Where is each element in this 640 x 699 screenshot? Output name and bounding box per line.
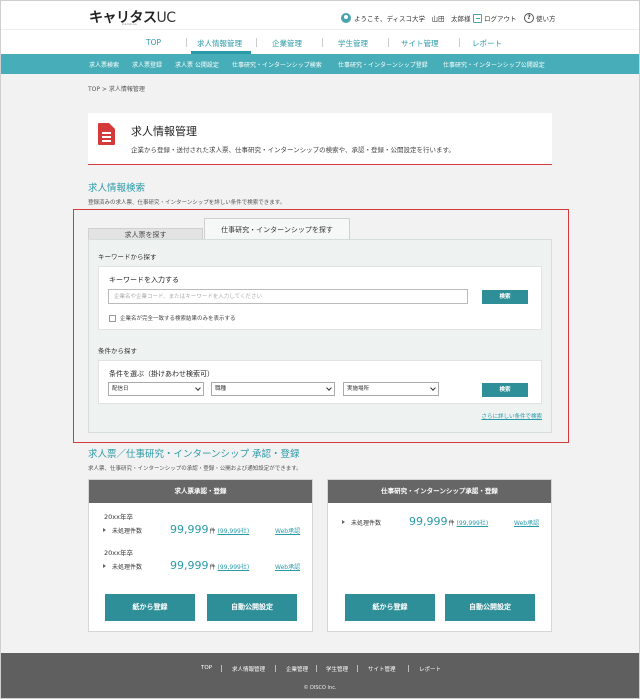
help-icon: ? bbox=[524, 13, 534, 23]
logout-link[interactable]: ログアウト bbox=[473, 13, 517, 23]
job-type-select[interactable]: 職種 bbox=[211, 382, 335, 396]
welcome-text: ようこそ、ディスコ大学 山田 太郎様 bbox=[354, 15, 471, 23]
main-nav: TOP 求人情報管理 企業管理 学生管理 サイト管理 レポート bbox=[1, 29, 639, 54]
keyword-input[interactable] bbox=[108, 289, 468, 304]
page-title: 求人情報管理 bbox=[131, 125, 197, 138]
pending-count[interactable]: 99,999 bbox=[409, 515, 448, 528]
document-icon bbox=[98, 123, 115, 145]
condition-group-label: 条件から探す bbox=[98, 347, 137, 355]
bullet-icon bbox=[342, 519, 345, 524]
footer-link-report[interactable]: レポート bbox=[419, 665, 441, 673]
page-description: 企業から登録・送付された求人票、仕事研究・インターンシップの検索や、承認・登録・… bbox=[131, 146, 455, 154]
exact-match-option[interactable]: 企業名が完全一致する検索結果のみを表示する bbox=[109, 314, 236, 322]
approval-section-description: 求人票、仕事研究・インターンシップの承認・登録・公開および通知設定ができます。 bbox=[88, 466, 302, 472]
tab-intern-search[interactable]: 仕事研究・インターンシップを探す bbox=[204, 218, 350, 240]
subnav-intern-search[interactable]: 仕事研究・インターンシップ検索 bbox=[232, 60, 322, 69]
exact-match-checkbox[interactable] bbox=[109, 314, 116, 322]
company-count-link[interactable]: (99,999社) bbox=[218, 562, 250, 571]
footer-link-job-info[interactable]: 求人情報管理 bbox=[232, 665, 265, 673]
company-count-link[interactable]: (99,999社) bbox=[457, 518, 489, 527]
bullet-icon bbox=[103, 527, 106, 532]
search-panel: キーワードから探す キーワードを入力する 検索 企業名が完全一致する検索結果のみ… bbox=[88, 239, 552, 433]
approval-section-title: 求人票／仕事研究・インターンシップ 承認・登録 bbox=[88, 449, 300, 460]
logout-icon bbox=[473, 13, 482, 23]
nav-students[interactable]: 学生管理 bbox=[338, 38, 368, 49]
web-approval-link[interactable]: Web承認 bbox=[275, 562, 300, 571]
keyword-box: キーワードを入力する 検索 企業名が完全一致する検索結果のみを表示する bbox=[98, 266, 542, 330]
nav-job-info[interactable]: 求人情報管理 bbox=[197, 38, 242, 49]
pending-count[interactable]: 99,999 bbox=[170, 523, 209, 536]
advanced-search-link[interactable]: さらに詳しい条件で検索 bbox=[481, 412, 542, 420]
pending-count[interactable]: 99,999 bbox=[170, 559, 209, 572]
delivery-date-select[interactable]: 配信日 bbox=[108, 382, 204, 396]
footer-link-students[interactable]: 学生管理 bbox=[326, 665, 348, 673]
subnav-job-search[interactable]: 求人票検索 bbox=[89, 60, 119, 69]
footer: TOP 求人情報管理 企業管理 学生管理 サイト管理 レポート © DISCO … bbox=[1, 653, 639, 698]
paper-register-button[interactable]: 紙から登録 bbox=[345, 594, 435, 621]
keyword-search-button[interactable]: 検索 bbox=[482, 290, 528, 304]
footer-link-company[interactable]: 企業管理 bbox=[286, 665, 308, 673]
footer-link-top[interactable]: TOP bbox=[201, 665, 212, 671]
condition-search-button[interactable]: 検索 bbox=[482, 383, 528, 397]
paper-register-button[interactable]: 紙から登録 bbox=[105, 594, 195, 621]
intern-approval-card: 仕事研究・インターンシップ承認・登録 未処理件数 99,999 件 (99,99… bbox=[327, 479, 552, 632]
nav-site[interactable]: サイト管理 bbox=[401, 38, 439, 49]
copyright: © DISCO Inc. bbox=[303, 685, 337, 691]
keyword-box-title: キーワードを入力する bbox=[109, 276, 179, 284]
welcome-user: ようこそ、ディスコ大学 山田 太郎様 bbox=[341, 13, 471, 23]
footer-link-site[interactable]: サイト管理 bbox=[368, 665, 396, 673]
subnav-job-register[interactable]: 求人票登録 bbox=[132, 60, 162, 69]
user-icon bbox=[341, 13, 351, 23]
nav-report[interactable]: レポート bbox=[472, 38, 502, 49]
pending-count-row: 未処理件数 99,999 件 (99,999社) bbox=[103, 559, 249, 572]
search-section-title: 求人情報検索 bbox=[88, 183, 146, 194]
nav-top[interactable]: TOP bbox=[146, 38, 161, 47]
web-approval-link[interactable]: Web承認 bbox=[275, 526, 300, 535]
condition-box: 条件を選ぶ（掛けあわせ検索可） 配信日 職種 実施場所 検索 bbox=[98, 360, 542, 404]
location-select[interactable]: 実施場所 bbox=[343, 382, 439, 396]
page-header-card: 求人情報管理 企業から登録・送付された求人票、仕事研究・インターンシップの検索や… bbox=[88, 113, 552, 165]
pending-count-row: 未処理件数 99,999 件 (99,999社) bbox=[342, 515, 488, 528]
search-section-description: 登録済みの求人票、仕事研究・インターンシップを詳しい条件で検索できます。 bbox=[88, 200, 286, 206]
logo-subtitle: Campus bbox=[122, 22, 138, 26]
breadcrumb: TOP > 求人情報管理 bbox=[88, 86, 145, 93]
graduation-year: 20xx年卒 bbox=[104, 549, 133, 557]
nav-company[interactable]: 企業管理 bbox=[272, 38, 302, 49]
chevron-down-icon bbox=[430, 385, 436, 391]
pending-count-row: 未処理件数 99,999 件 (99,999社) bbox=[103, 523, 249, 536]
bullet-icon bbox=[103, 563, 106, 568]
web-approval-link[interactable]: Web承認 bbox=[514, 518, 539, 527]
subnav-intern-publish[interactable]: 仕事研究・インターンシップ公開設定 bbox=[443, 60, 545, 69]
chevron-down-icon bbox=[326, 385, 332, 391]
subnav-intern-register[interactable]: 仕事研究・インターンシップ登録 bbox=[338, 60, 428, 69]
app-header: キャリタスUC Campus ようこそ、ディスコ大学 山田 太郎様 ログアウト … bbox=[1, 1, 639, 29]
graduation-year: 20xx年卒 bbox=[104, 513, 133, 521]
auto-publish-button[interactable]: 自動公開設定 bbox=[207, 594, 297, 621]
card-title: 仕事研究・インターンシップ承認・登録 bbox=[328, 480, 551, 503]
auto-publish-button[interactable]: 自動公開設定 bbox=[445, 594, 535, 621]
help-link[interactable]: ? 使い方 bbox=[524, 13, 556, 23]
chevron-down-icon bbox=[195, 385, 201, 391]
condition-box-title: 条件を選ぶ（掛けあわせ検索可） bbox=[109, 370, 214, 378]
job-approval-card: 求人票承認・登録 20xx年卒 未処理件数 99,999 件 (99,999社)… bbox=[88, 479, 313, 632]
company-count-link[interactable]: (99,999社) bbox=[218, 526, 250, 535]
keyword-group-label: キーワードから探す bbox=[98, 253, 157, 261]
subnav-job-publish[interactable]: 求人票 公開設定 bbox=[175, 60, 219, 69]
sub-nav: 求人票検索 求人票登録 求人票 公開設定 仕事研究・インターンシップ検索 仕事研… bbox=[1, 54, 639, 74]
card-title: 求人票承認・登録 bbox=[89, 480, 312, 503]
